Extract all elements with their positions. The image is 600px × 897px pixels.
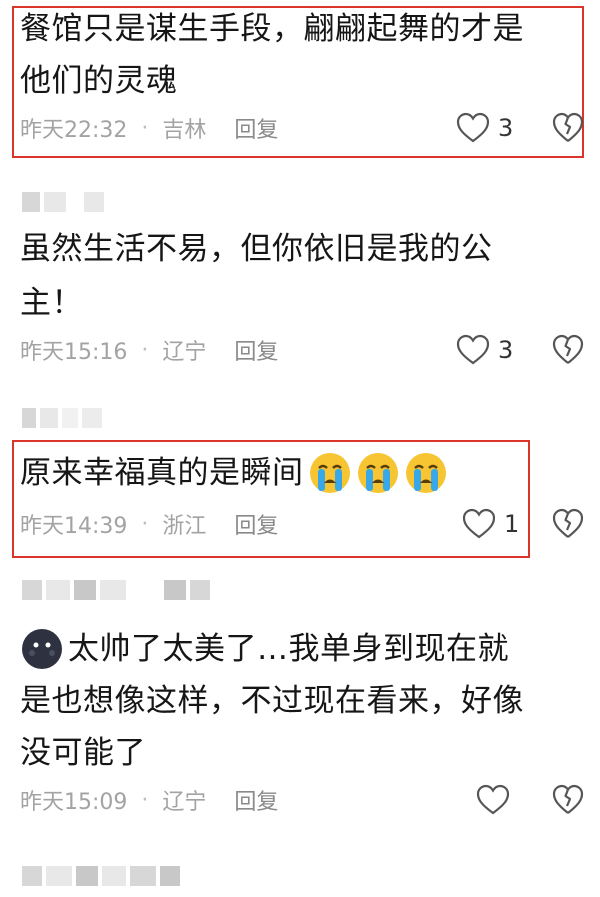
heart-icon: [462, 508, 496, 539]
comment-4-line-2: 是也想像这样，不过现在看来，好像: [20, 683, 524, 719]
comment-1-line-2: 他们的灵魂: [20, 63, 178, 99]
comment-4-line-3: 没可能了: [20, 735, 146, 771]
comment-2-like-button[interactable]: 3: [456, 333, 513, 367]
meta-separator: ·: [141, 511, 149, 537]
comment-2-line-1: 虽然生活不易，但你依旧是我的公: [20, 231, 493, 267]
comment-2-meta: 昨天15:16 · 辽宁 回复: [20, 334, 278, 366]
blurred-username: [22, 866, 180, 886]
broken-heart-icon[interactable]: [552, 334, 584, 366]
broken-heart-icon[interactable]: [552, 784, 584, 816]
comment-4-reply-button[interactable]: 回复: [234, 784, 278, 816]
comment-1-line-1: 餐馆只是谋生手段，翩翩起舞的才是: [20, 11, 524, 47]
crying-face-emoji: [309, 453, 350, 493]
blurred-username: [22, 580, 210, 600]
comment-1-meta: 昨天22:32 · 吉林 回复: [20, 112, 278, 144]
comment-3-reply-button[interactable]: 回复: [234, 508, 278, 540]
comment-3-like-button[interactable]: 1: [462, 507, 519, 541]
crying-face-emoji: [357, 453, 398, 493]
comment-1-time: 昨天22:32: [20, 118, 128, 143]
comment-2-location: 辽宁: [162, 340, 207, 365]
comment-1-like-button[interactable]: 3: [456, 111, 513, 145]
comment-4-time: 昨天15:09: [20, 790, 128, 815]
heart-icon: [456, 112, 490, 143]
crying-face-emoji: [405, 453, 446, 493]
comment-2-time: 昨天15:16: [20, 340, 128, 365]
blurred-username: [22, 408, 102, 428]
comment-4-meta: 昨天15:09 · 辽宁 回复: [20, 784, 278, 816]
comment-3-text: 原来幸福真的是瞬间: [20, 455, 304, 491]
comment-4-line-1: 太帅了太美了…我单身到现在就: [20, 624, 509, 674]
comment-3-like-count: 1: [504, 510, 520, 538]
meta-separator: ·: [141, 115, 149, 141]
comment-2-like-count: 3: [498, 336, 514, 364]
broken-heart-icon[interactable]: [552, 508, 584, 540]
blurred-username: [22, 192, 104, 212]
comment-3-line-1: 原来幸福真的是瞬间: [20, 448, 448, 498]
comment-1-reply-button[interactable]: 回复: [234, 112, 278, 144]
heart-icon: [476, 784, 510, 815]
comment-4-text-1: 太帅了太美了…我单身到现在就: [68, 631, 509, 667]
comment-3-time: 昨天14:39: [20, 514, 128, 539]
comment-2-line-2: 主！: [20, 285, 83, 321]
comment-4-like-button[interactable]: [476, 783, 518, 817]
comment-3-meta: 昨天14:39 · 浙江 回复: [20, 508, 278, 540]
meta-separator: ·: [141, 337, 149, 363]
broken-heart-icon[interactable]: [552, 112, 584, 144]
comment-3-location: 浙江: [162, 514, 207, 539]
comment-2-reply-button[interactable]: 回复: [234, 334, 278, 366]
meta-separator: ·: [141, 787, 149, 813]
comment-1-like-count: 3: [498, 114, 514, 142]
heart-icon: [456, 334, 490, 365]
comment-1-location: 吉林: [162, 118, 207, 143]
dark-blob-emoji: [22, 629, 62, 669]
comment-4-location: 辽宁: [162, 790, 207, 815]
